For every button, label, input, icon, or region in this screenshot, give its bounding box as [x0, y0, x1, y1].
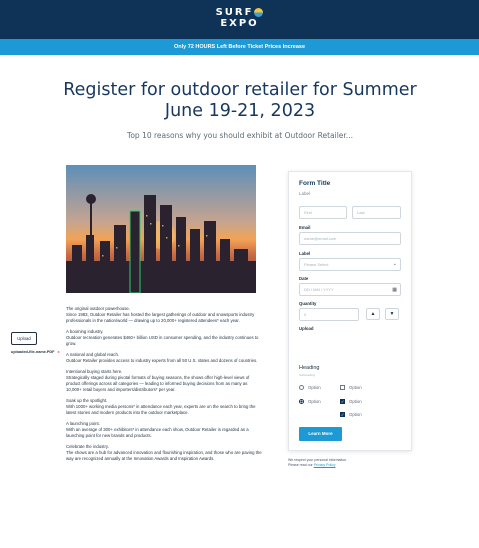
date-placeholder: DD / MM / YYYY [304, 287, 334, 292]
reason-body: The shows are a hub for advanced innovat… [66, 450, 262, 461]
upload-button[interactable]: Upload [11, 332, 37, 345]
logo-line-1: SURF [215, 7, 254, 18]
radio-icon[interactable] [299, 385, 304, 391]
privacy-text: Please read our [288, 463, 313, 467]
checkbox-option[interactable]: ✓ Option [340, 399, 362, 405]
privacy-policy-link[interactable]: Privacy Policy [314, 463, 336, 467]
reason-body: Outdoor Retailer provides access to indu… [66, 358, 258, 363]
page-title: Register for outdoor retailer for Summer… [40, 80, 440, 122]
page-title-line-1: Register for outdoor retailer for Summer [63, 80, 417, 100]
quantity-increment-button[interactable]: ▲ [366, 308, 380, 320]
chevron-down-icon: ⌄ [392, 261, 397, 267]
reason-item: A launching point. With an average of 300… [66, 421, 262, 439]
form-content: Form Title Label First Last Email name@e… [288, 171, 412, 451]
radio-option[interactable]: Option [299, 385, 321, 391]
logo-line-2: EXPO [220, 18, 259, 29]
reasons-list: The original outdoor powerhouse. Since 19… [66, 306, 262, 467]
quantity-field[interactable]: 0 [299, 308, 359, 321]
reason-item: Celebrate the industry. The shows are a h… [66, 444, 262, 462]
radio-selected-icon[interactable] [299, 399, 304, 405]
upload-label: Upload [299, 326, 314, 331]
reason-heading: Soak up the spotlight. [66, 398, 108, 403]
checkbox-label: Option [349, 412, 362, 417]
date-label: Date [299, 276, 309, 281]
checkbox-icon[interactable] [340, 385, 345, 391]
first-name-field[interactable]: First [299, 206, 347, 219]
radio-label: Option [308, 399, 321, 404]
promo-banner[interactable]: Only 72 HOURS Left Before Ticket Prices … [0, 39, 479, 55]
radio-option[interactable]: Option [299, 399, 321, 405]
email-label: Email [299, 225, 311, 230]
city-skyline-photo [66, 165, 256, 293]
calendar-icon[interactable]: ▦ [392, 285, 397, 296]
quantity-decrement-button[interactable]: ▼ [385, 308, 399, 320]
checkbox-checked-icon[interactable]: ✓ [340, 412, 345, 418]
form-description: Label [299, 191, 311, 196]
page-subtitle: Top 10 reasons why you should exhibit at… [127, 131, 353, 140]
email-field[interactable]: name@email.com [299, 232, 401, 245]
date-field[interactable]: DD / MM / YYYY ▦ [299, 283, 401, 296]
select-dropdown[interactable]: Please Select ⌄ [299, 258, 401, 271]
checkbox-label: Option [349, 399, 362, 404]
reason-body: With an average of 300+ exhibitors* in a… [66, 427, 249, 438]
checkbox-label: Option [349, 385, 362, 390]
reason-item: A booming industry. Outdoor recreation ge… [66, 329, 262, 347]
reason-heading: Intentional buying starts here. [66, 369, 123, 374]
page-title-line-2: June 19-21, 2023 [164, 101, 316, 121]
select-label: Label [299, 251, 311, 256]
privacy-line-2: Please read our Privacy Policy [288, 463, 418, 468]
form-heading: Heading [299, 365, 320, 371]
skyline-illustration [66, 194, 256, 293]
reason-body: With 1000+ working media persons* in att… [66, 404, 256, 415]
reason-heading: The original outdoor powerhouse. [66, 306, 131, 311]
reason-item: A national and global reach. Outdoor Reta… [66, 352, 262, 364]
reason-item: Intentional buying starts here. Strategic… [66, 369, 262, 393]
reason-heading: A launching point. [66, 421, 100, 426]
privacy-notice: We respect your personal information. Pl… [288, 458, 418, 468]
file-name: uploaded-file-name.PDF [11, 350, 55, 354]
reason-body: Strategically staged during pivotal form… [66, 375, 250, 392]
select-placeholder: Please Select [304, 262, 329, 267]
form-title: Form Title [299, 180, 331, 187]
uploaded-file: uploaded-file-name.PDF x [11, 350, 60, 354]
checkbox-option[interactable]: Option [340, 385, 362, 391]
reason-body: Since 1983, Outdoor Retailer has hosted … [66, 312, 255, 323]
radio-label: Option [308, 385, 321, 390]
last-name-field[interactable]: Last [352, 206, 401, 219]
quantity-label: Quantity [299, 301, 317, 306]
form-subheading: Subheading [299, 373, 316, 377]
reason-heading: A booming industry. [66, 329, 104, 334]
reason-heading: A national and global reach. [66, 352, 120, 357]
checkbox-checked-icon[interactable]: ✓ [340, 399, 345, 405]
surf-expo-logo[interactable]: SURF EXPO [0, 7, 479, 29]
reason-body: Outdoor recreation generates $460+ billi… [66, 335, 259, 346]
learn-more-button[interactable]: Learn More [299, 427, 342, 441]
checkbox-option[interactable]: ✓ Option [340, 412, 362, 418]
sun-icon [254, 7, 264, 17]
reason-item: Soak up the spotlight. With 1000+ working… [66, 398, 262, 416]
site-header: SURF EXPO [0, 0, 479, 39]
remove-file-icon[interactable]: x [57, 350, 59, 354]
reason-item: The original outdoor powerhouse. Since 19… [66, 306, 262, 324]
reason-heading: Celebrate the industry. [66, 444, 109, 449]
